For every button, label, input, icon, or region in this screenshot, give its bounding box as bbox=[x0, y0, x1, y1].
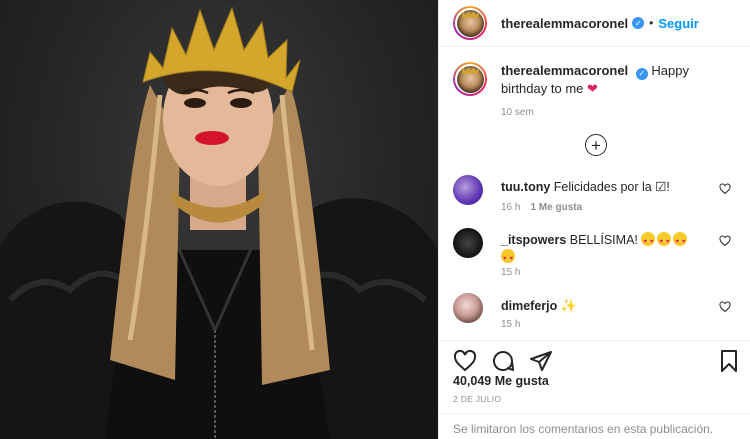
comment-body: _itspowers BELLÍSIMA! bbox=[501, 232, 701, 268]
avatar-image bbox=[456, 65, 484, 93]
post-caption: therealemmacoronel ✓ Happy birthday to m… bbox=[453, 62, 743, 118]
portrait-illustration bbox=[0, 6, 438, 439]
commenter-avatar[interactable] bbox=[453, 175, 483, 205]
post-date[interactable]: 2 DE JULIO bbox=[453, 394, 501, 404]
commenter-avatar[interactable] bbox=[453, 228, 483, 258]
bookmark-icon[interactable] bbox=[717, 349, 741, 373]
heart-eyes-emoji-icon bbox=[501, 249, 515, 268]
avatar-image bbox=[456, 9, 484, 37]
commenter-avatar[interactable] bbox=[453, 293, 483, 323]
comment-heart-icon[interactable] bbox=[719, 235, 731, 247]
comment-meta: 15 h bbox=[501, 319, 520, 330]
like-count[interactable]: 40,049 Me gusta bbox=[453, 374, 549, 388]
comment-username[interactable]: tuu.tony bbox=[501, 180, 550, 194]
verified-badge-icon: ✓ bbox=[635, 68, 648, 80]
heart-eyes-emoji-icon bbox=[657, 232, 672, 251]
comment-text: Felicidades por la ☑! bbox=[553, 180, 670, 194]
comment-heart-icon[interactable] bbox=[719, 301, 731, 313]
verified-badge-icon: ✓ bbox=[632, 17, 645, 29]
comment-body: dimeferjo ✨ bbox=[501, 297, 701, 315]
comment-username[interactable]: dimeferjo bbox=[501, 299, 557, 313]
load-more-plus-icon[interactable]: + bbox=[585, 134, 607, 156]
post-header: therealemmacoronel ✓ • Seguir bbox=[439, 0, 750, 47]
comment-time[interactable]: 15 h bbox=[501, 267, 520, 278]
comment-time[interactable]: 15 h bbox=[501, 319, 520, 330]
heart-eyes-emoji-icon bbox=[673, 232, 688, 251]
comment-meta: 16 h 1 Me gusta bbox=[501, 202, 582, 213]
heart-eyes-emoji-icon bbox=[641, 232, 656, 251]
follow-button[interactable]: Seguir bbox=[658, 16, 698, 31]
caption-username[interactable]: therealemmacoronel bbox=[501, 63, 628, 78]
sparkle-emoji-icon: ✨ bbox=[560, 298, 577, 313]
comment-body: tuu.tony Felicidades por la ☑! bbox=[501, 179, 701, 196]
comment-meta: 15 h bbox=[501, 267, 520, 278]
comment-text: BELLÍSIMA! bbox=[569, 233, 638, 247]
share-icon[interactable] bbox=[529, 349, 553, 373]
comment-heart-icon[interactable] bbox=[719, 183, 731, 195]
red-heart-emoji-icon: ❤ bbox=[587, 81, 598, 96]
caption-text: therealemmacoronel ✓ Happy birthday to m… bbox=[501, 62, 731, 98]
separator-dot: • bbox=[649, 16, 654, 30]
comment-icon[interactable] bbox=[491, 349, 515, 373]
post-photo[interactable] bbox=[0, 0, 438, 439]
author-username[interactable]: therealemmacoronel bbox=[501, 16, 628, 31]
post-side-panel: therealemmacoronel ✓ • Seguir therealemm… bbox=[438, 0, 750, 439]
heart-icon[interactable] bbox=[453, 349, 477, 373]
comment-likes[interactable]: 1 Me gusta bbox=[530, 202, 582, 213]
comments-disabled-notice: Se limitaron los comentarios en esta pub… bbox=[439, 413, 750, 439]
action-bar bbox=[439, 340, 750, 374]
comment-username[interactable]: _itspowers bbox=[501, 233, 566, 247]
caption-avatar[interactable] bbox=[453, 62, 487, 96]
caption-time[interactable]: 10 sem bbox=[501, 107, 743, 118]
comment-time[interactable]: 16 h bbox=[501, 202, 520, 213]
author-avatar[interactable] bbox=[453, 6, 487, 40]
